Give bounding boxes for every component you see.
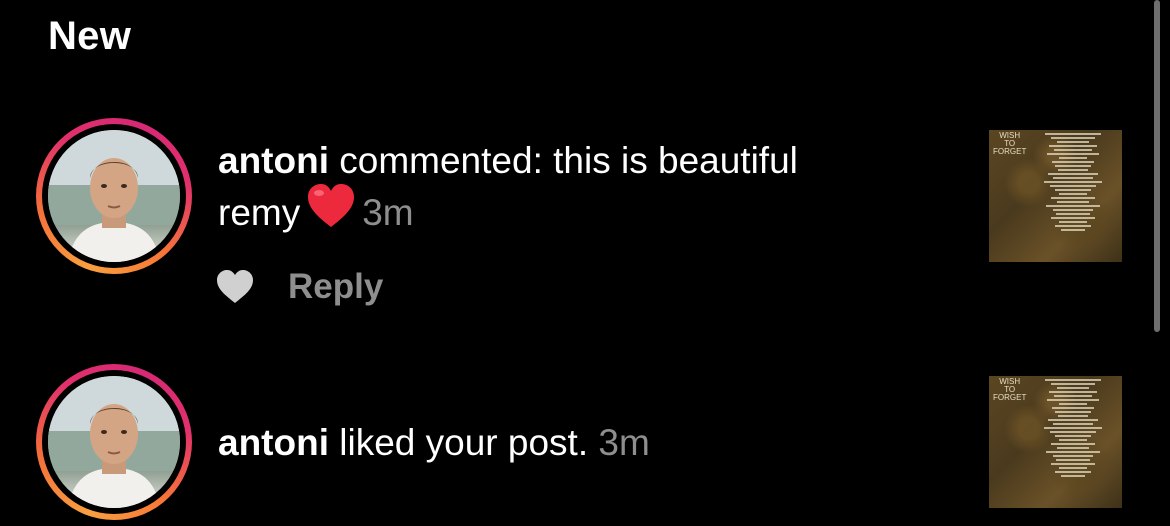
thumbnail-title: WISH TO FORGET [993, 378, 1026, 402]
section-title: New [48, 14, 132, 58]
notification-text: antoni commented: this is beautiful [218, 137, 798, 185]
timestamp: 3m [362, 191, 414, 233]
avatar[interactable] [48, 130, 180, 262]
comment-text: commented: this is beautiful [328, 140, 798, 181]
thumbnail-lyrics [1033, 133, 1113, 233]
scrollbar[interactable] [1154, 0, 1160, 332]
post-thumbnail[interactable]: WISH TO FORGET [989, 376, 1122, 508]
reply-button[interactable]: Reply [288, 267, 383, 307]
thumbnail-title: WISH TO FORGET [993, 132, 1026, 156]
username[interactable]: antoni [218, 422, 329, 463]
heart-icon[interactable] [216, 270, 254, 304]
story-ring[interactable] [36, 118, 192, 274]
avatar[interactable] [48, 376, 180, 508]
story-ring[interactable] [36, 364, 192, 520]
post-thumbnail[interactable]: WISH TO FORGET [989, 130, 1122, 262]
username[interactable]: antoni [218, 140, 329, 181]
thumbnail-title-line: FORGET [993, 147, 1027, 156]
notification-text: antoni liked your post. 3m [218, 419, 650, 467]
comment-text-continued: remy [218, 191, 301, 233]
avatar-photo [48, 376, 180, 508]
notification-text-line2: remy 3m [218, 183, 414, 244]
comment-actions: Reply [216, 262, 383, 312]
thumbnail-lyrics [1033, 379, 1113, 479]
thumbnail-title-line: FORGET [993, 393, 1027, 402]
timestamp: 3m [598, 422, 650, 463]
avatar-photo [48, 130, 180, 262]
heart-emoji-icon [306, 183, 356, 241]
activity-screen: New antoni commented: this is beautiful … [0, 0, 1170, 526]
like-text: liked your post. [328, 422, 589, 463]
